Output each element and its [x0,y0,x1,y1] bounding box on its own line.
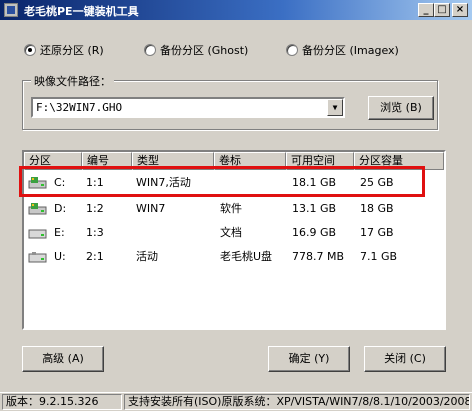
cell-label: 老毛桃U盘 [220,250,273,263]
radio-indicator[interactable] [144,44,156,56]
cell-label: 文档 [220,226,242,239]
cell-type: WIN7 [136,202,166,215]
radio-restore[interactable]: 还原分区 (R) [24,42,104,58]
close-button[interactable]: 关闭 (C) [364,346,446,372]
cell-type: 活动 [136,250,158,263]
window-title: 老毛桃PE一键装机工具 [24,5,139,18]
minimize-button[interactable]: _ [418,3,434,17]
title-bar: 老毛桃PE一键装机工具 _ □ × [0,0,472,20]
advanced-button[interactable]: 高级 (A) [22,346,104,372]
close-window-button[interactable]: × [452,3,468,17]
table-row[interactable]: U: 2:1 活动 老毛桃U盘 778.7 MB 7.1 GB [24,246,444,268]
table-row[interactable]: D: 1:2 WIN7 软件 13.1 GB 18 GB [24,198,444,220]
cell-free: 13.1 GB [292,202,337,215]
radio-backup-ghost[interactable]: 备份分区 (Ghost) [144,42,248,58]
cell-drive: E: [54,226,65,239]
cell-size: 7.1 GB [360,250,398,263]
cell-drive: D: [54,202,67,215]
cell-size: 17 GB [360,226,394,239]
cell-free: 16.9 GB [292,226,337,239]
table-row[interactable]: E: 1:3 文档 16.9 GB 17 GB [24,222,444,244]
radio-indicator[interactable] [286,44,298,56]
system-disk-icon [28,203,47,215]
status-support: 支持安装所有(ISO)原版系统：XP/VISTA/WIN7/8/8.1/10/2… [124,394,470,410]
cell-number: 1:3 [86,226,104,239]
cell-label: 软件 [220,202,242,215]
radio-restore-label: 还原分区 (R) [40,44,104,57]
radio-backup-imagex-label: 备份分区 (Imagex) [302,44,399,57]
image-path-value: F:\32WIN7.GHO [36,101,123,114]
cell-drive: U: [54,250,66,263]
image-path-label: 映像文件路径： [31,73,114,89]
selected-row-highlight [19,166,425,197]
status-bar: 版本：9.2.15.326 支持安装所有(ISO)原版系统：XP/VISTA/W… [0,392,472,411]
cell-size: 18 GB [360,202,394,215]
cell-free: 778.7 MB [292,250,345,263]
cell-number: 2:1 [86,250,104,263]
status-version: 版本：9.2.15.326 [2,394,122,410]
radio-backup-ghost-label: 备份分区 (Ghost) [160,44,249,57]
browse-button[interactable]: 浏览 (B) [368,96,434,120]
radio-backup-imagex[interactable]: 备份分区 (Imagex) [286,42,399,58]
app-icon [4,3,18,17]
ok-button[interactable]: 确定 (Y) [268,346,350,372]
maximize-button[interactable]: □ [434,3,450,17]
cell-number: 1:2 [86,202,104,215]
image-path-combo[interactable]: F:\32WIN7.GHO ▼ [31,97,345,118]
usb-disk-icon [28,252,47,263]
chevron-down-icon[interactable]: ▼ [327,99,343,116]
radio-indicator[interactable] [24,44,36,56]
hard-disk-icon [28,229,47,239]
